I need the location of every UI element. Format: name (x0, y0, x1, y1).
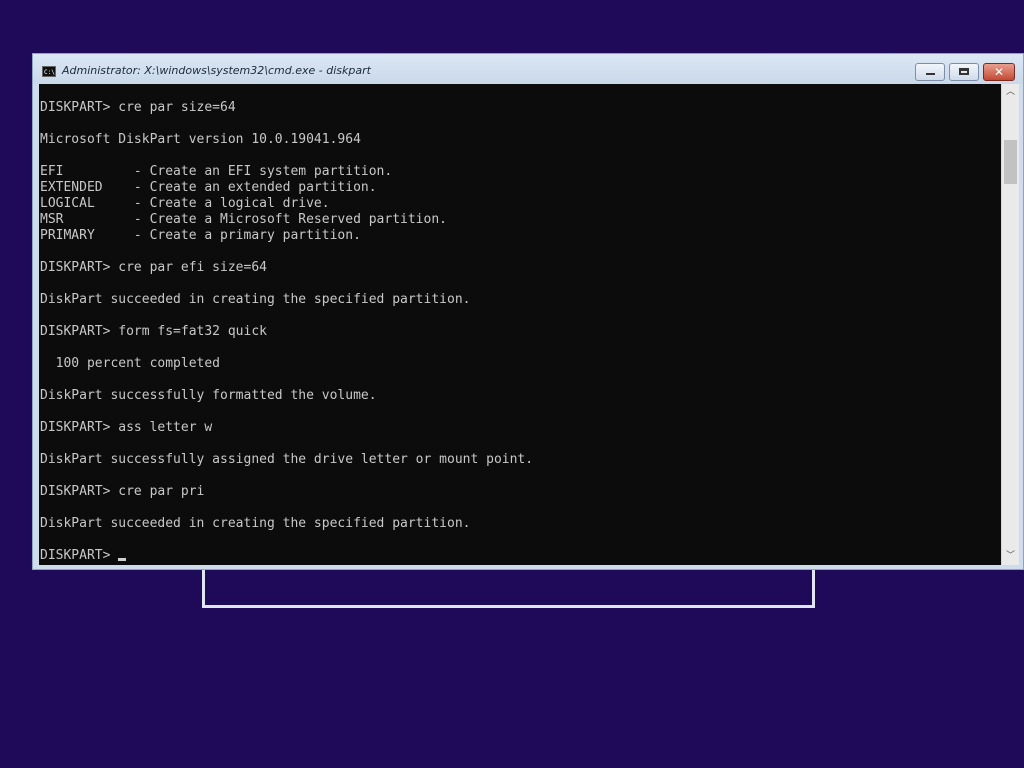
text-cursor (118, 558, 127, 561)
console-line: DiskPart succeeded in creating the speci… (40, 292, 471, 307)
console-line: DiskPart succeeded in creating the speci… (40, 516, 471, 531)
title-bar[interactable]: C:\ Administrator: X:\windows\system32\c… (33, 54, 1023, 84)
maximize-icon (959, 68, 969, 75)
maximize-button[interactable] (949, 63, 979, 81)
console-text: DISKPART> cre par size=64 Microsoft Disk… (39, 84, 1001, 564)
close-icon: ✕ (993, 65, 1005, 79)
console-line: EFI - Create an EFI system partition. (40, 164, 393, 179)
cmd-window: C:\ Administrator: X:\windows\system32\c… (32, 53, 1024, 570)
console-line: LOGICAL - Create a logical drive. (40, 196, 330, 211)
background-setup-window (202, 566, 815, 608)
console-line: DiskPart successfully assigned the drive… (40, 452, 534, 467)
console-line: PRIMARY - Create a primary partition. (40, 228, 361, 243)
console-line: 100 percent completed (55, 356, 221, 371)
console-line: DISKPART> cre par pri (40, 484, 205, 499)
console-line: MSR - Create a Microsoft Reserved partit… (40, 212, 447, 227)
console-output[interactable]: DISKPART> cre par size=64 Microsoft Disk… (39, 84, 1001, 565)
console-line: DiskPart successfully formatted the volu… (40, 388, 377, 403)
cmd-icon[interactable]: C:\ (42, 66, 56, 77)
desktop-background: C:\ Administrator: X:\windows\system32\c… (0, 0, 1024, 768)
console-line: DISKPART> form fs=fat32 quick (40, 324, 267, 339)
console-line: DISKPART> cre par size=64 (40, 100, 236, 115)
vertical-scrollbar[interactable]: ︿ ﹀ (1001, 84, 1019, 565)
console-line: Microsoft DiskPart version 10.0.19041.96… (40, 132, 361, 147)
scrollbar-thumb[interactable] (1004, 140, 1017, 184)
minimize-icon (926, 73, 935, 75)
scroll-down-icon[interactable]: ﹀ (1002, 548, 1019, 565)
console-line: DISKPART> ass letter w (40, 420, 213, 435)
window-title: Administrator: X:\windows\system32\cmd.e… (62, 64, 371, 77)
console-line: EXTENDED - Create an extended partition. (40, 180, 377, 195)
console-line: DISKPART> cre par efi size=64 (40, 260, 267, 275)
console-history: DISKPART> cre par size=64 Microsoft Disk… (40, 100, 533, 531)
console-prompt: DISKPART> (40, 548, 119, 563)
minimize-button[interactable] (915, 63, 945, 81)
close-button[interactable]: ✕ (983, 63, 1015, 81)
scroll-up-icon[interactable]: ︿ (1002, 84, 1019, 101)
